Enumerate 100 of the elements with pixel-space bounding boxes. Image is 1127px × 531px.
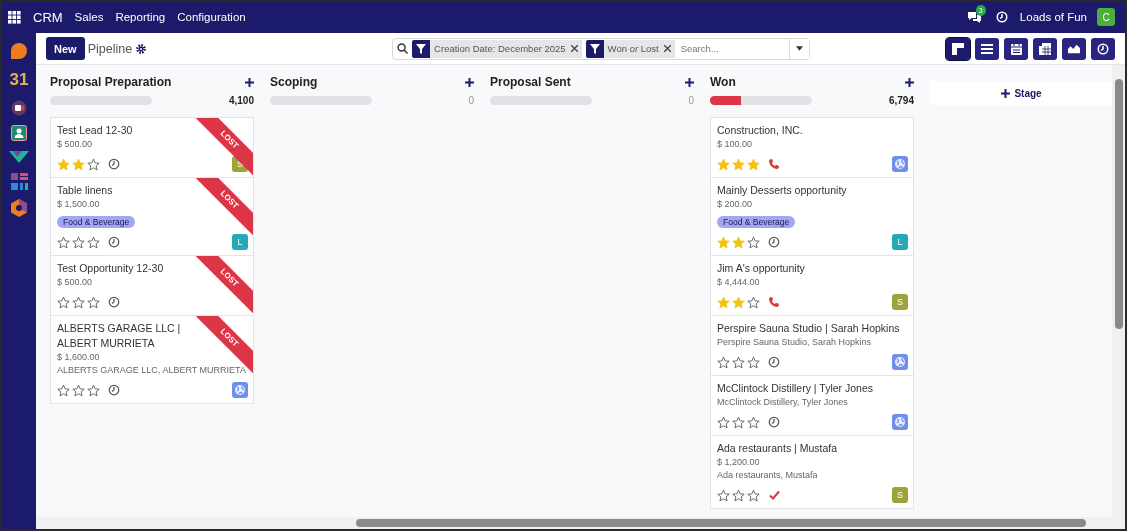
- list-icon: [981, 43, 993, 54]
- card-amount: $ 1,600.00: [57, 351, 100, 364]
- globe-avatar-icon[interactable]: [892, 414, 908, 430]
- view-switch-button[interactable]: [975, 37, 999, 60]
- company-name[interactable]: Loads of Fun: [1019, 11, 1087, 23]
- close-icon[interactable]: [570, 45, 578, 52]
- menu-item[interactable]: Sales: [74, 11, 104, 23]
- card-tag: Food & Beverage: [57, 216, 136, 228]
- horizontal-scrollbar[interactable]: [36, 517, 1125, 529]
- add-card-icon[interactable]: [685, 77, 694, 87]
- star-outline-icon[interactable]: [732, 488, 745, 502]
- dropdown-toggle[interactable]: [789, 38, 810, 59]
- phone-icon[interactable]: [768, 158, 780, 170]
- dashboard-icon[interactable]: [10, 173, 28, 190]
- clock-icon[interactable]: [768, 416, 780, 428]
- record-icon[interactable]: [11, 100, 27, 116]
- hexagon-icon[interactable]: [11, 199, 27, 217]
- settings-icon[interactable]: [136, 43, 147, 54]
- opportunity-card[interactable]: Ada restaurants | Mustafa $ 1,200.00 Ada restaurants, Mustafa S: [710, 435, 914, 509]
- card-tag: Food & Beverage: [717, 216, 796, 228]
- menu-item[interactable]: Reporting: [115, 11, 166, 23]
- card-amount: $ 200.00: [717, 198, 753, 211]
- star-filled-icon[interactable]: [732, 157, 745, 171]
- filter-icon: [585, 39, 604, 58]
- card-title: McClintock Distillery | Tyler Jones: [717, 381, 873, 396]
- star-filled-icon[interactable]: [732, 295, 745, 309]
- star-filled-icon[interactable]: [57, 157, 70, 171]
- star-outline-icon[interactable]: [87, 383, 100, 397]
- opportunity-card[interactable]: Construction, INC. $ 100.00: [710, 117, 914, 178]
- add-card-icon[interactable]: [245, 77, 254, 87]
- add-card-icon[interactable]: [465, 77, 474, 87]
- star-outline-icon[interactable]: [732, 415, 745, 429]
- filter-facet[interactable]: Won or Lost: [603, 39, 675, 58]
- star-filled-icon[interactable]: [747, 157, 760, 171]
- star-outline-icon[interactable]: [72, 383, 85, 397]
- star-outline-icon[interactable]: [87, 157, 100, 171]
- star-outline-icon[interactable]: [72, 295, 85, 309]
- clock-icon[interactable]: [108, 384, 120, 396]
- search-icon[interactable]: [397, 43, 409, 54]
- column-title: Proposal Preparation: [50, 75, 172, 89]
- app-title[interactable]: CRM: [33, 9, 63, 25]
- new-button[interactable]: New: [46, 37, 85, 60]
- star-outline-icon[interactable]: [72, 235, 85, 249]
- chat-icon[interactable]: [966, 10, 982, 24]
- globe-avatar-icon[interactable]: [232, 382, 248, 398]
- apps-grid-icon[interactable]: [8, 10, 21, 24]
- opportunity-card[interactable]: McClintock Distillery | Tyler Jones McClintock Distillery, Tyler Jones: [710, 375, 914, 436]
- menu-item[interactable]: Configuration: [177, 11, 246, 23]
- globe-avatar-icon[interactable]: [892, 354, 908, 370]
- clock-icon[interactable]: [108, 296, 120, 308]
- add-card-icon[interactable]: [905, 77, 914, 87]
- star-outline-icon[interactable]: [747, 415, 760, 429]
- card-amount: $ 4,444.00: [717, 276, 760, 289]
- clock-icon[interactable]: [108, 236, 120, 248]
- check-icon[interactable]: [768, 489, 781, 501]
- star-outline-icon[interactable]: [87, 235, 100, 249]
- star-outline-icon[interactable]: [717, 415, 730, 429]
- star-outline-icon[interactable]: [57, 295, 70, 309]
- filter-facet[interactable]: Creation Date: December 2025: [430, 39, 582, 58]
- phone-icon[interactable]: [768, 296, 780, 308]
- chat-bubble-icon[interactable]: [10, 42, 28, 60]
- card-title: Test Lead 12-30: [57, 123, 133, 138]
- star-outline-icon[interactable]: [747, 488, 760, 502]
- star-outline-icon[interactable]: [747, 295, 760, 309]
- star-outline-icon[interactable]: [717, 488, 730, 502]
- opportunity-card[interactable]: Jim A's opportunity $ 4,444.00 S: [710, 255, 914, 316]
- search-field[interactable]: Creation Date: December 2025 Won or Lost Search...: [392, 37, 811, 60]
- star-outline-icon[interactable]: [57, 383, 70, 397]
- calendar-icon: [1010, 42, 1022, 55]
- view-switch-button[interactable]: [1004, 37, 1028, 60]
- view-switch-button[interactable]: [946, 37, 970, 60]
- view-switch-button[interactable]: [1091, 37, 1115, 60]
- view-switch-button[interactable]: [1033, 37, 1057, 60]
- star-filled-icon[interactable]: [717, 295, 730, 309]
- card-subtitle: McClintock Distillery, Tyler Jones: [717, 396, 848, 409]
- star-outline-icon[interactable]: [57, 235, 70, 249]
- star-filled-icon[interactable]: [717, 235, 730, 249]
- star-outline-icon[interactable]: [747, 355, 760, 369]
- globe-avatar-icon[interactable]: [892, 156, 908, 172]
- vertical-scrollbar[interactable]: [1112, 65, 1125, 517]
- star-filled-icon[interactable]: [732, 235, 745, 249]
- star-filled-icon[interactable]: [72, 157, 85, 171]
- opportunity-card[interactable]: Perspire Sauna Studio | Sarah Hopkins Perspire Sauna Studio, Sarah Hopkins: [710, 315, 914, 376]
- opportunity-card[interactable]: Mainly Desserts opportunity $ 200.00 Food & Beverage L: [710, 177, 914, 256]
- card-title: Ada restaurants | Mustafa: [717, 441, 838, 456]
- clock-icon[interactable]: [108, 158, 120, 170]
- star-outline-icon[interactable]: [747, 235, 760, 249]
- calendar-app-icon[interactable]: 31: [9, 69, 29, 91]
- contact-card-icon[interactable]: [11, 125, 27, 141]
- star-outline-icon[interactable]: [732, 355, 745, 369]
- star-outline-icon[interactable]: [87, 295, 100, 309]
- view-switch-button[interactable]: [1062, 37, 1086, 60]
- breadcrumb: Pipeline: [87, 41, 133, 56]
- star-filled-icon[interactable]: [717, 157, 730, 171]
- star-outline-icon[interactable]: [717, 355, 730, 369]
- clock-icon[interactable]: [768, 236, 780, 248]
- close-icon[interactable]: [663, 45, 671, 52]
- clock-icon[interactable]: [768, 356, 780, 368]
- card-subtitle: ALBERTS GARAGE LLC, ALBERT MURRIETA: [57, 364, 246, 377]
- add-stage-button[interactable]: Stage: [930, 81, 1112, 105]
